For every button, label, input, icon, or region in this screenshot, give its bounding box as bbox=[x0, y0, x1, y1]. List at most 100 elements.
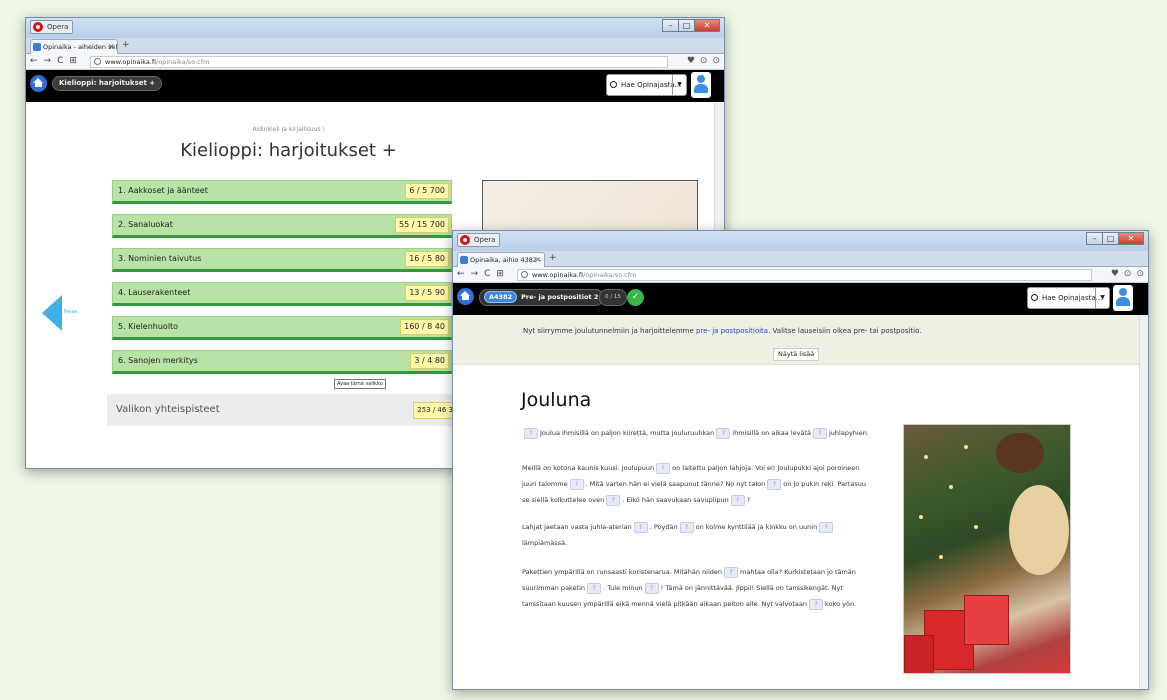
avatar[interactable] bbox=[691, 72, 711, 98]
page-title: Kielioppi: harjoitukset + bbox=[180, 140, 397, 161]
answer-gap[interactable]: ? bbox=[809, 598, 824, 610]
intro-text: Nyt siirrymme joulutunnelmiin ja harjoit… bbox=[523, 327, 921, 335]
story-line: suurimman paketin?. Tule minun?! Tämä on… bbox=[522, 580, 856, 596]
opera-menu-button[interactable]: Opera bbox=[30, 20, 74, 34]
category-score: 55 / 15 700 bbox=[395, 217, 449, 233]
exercise-code: A4382 bbox=[484, 291, 518, 303]
exercise-pill[interactable]: A4382 Pre- ja postpositiot 2 bbox=[479, 289, 605, 306]
category-item[interactable]: 1. Aakkoset ja äänteet 6 / 5 700 bbox=[112, 180, 452, 204]
maximize-button[interactable]: □ bbox=[1102, 232, 1119, 245]
tab-bar: Opinaika, aihio 4382 - Pre✕ + bbox=[453, 251, 1148, 267]
close-tab-icon[interactable]: ✕ bbox=[535, 253, 541, 267]
home-icon[interactable] bbox=[457, 288, 474, 305]
new-tab-icon[interactable]: + bbox=[122, 40, 130, 50]
close-window-button[interactable]: ✕ bbox=[1118, 232, 1144, 245]
answer-gap[interactable]: ? bbox=[606, 494, 621, 506]
close-window-button[interactable]: ✕ bbox=[694, 19, 720, 32]
opera-logo-icon bbox=[460, 235, 470, 245]
search-input[interactable]: Hae Opinajasta... ▼ bbox=[606, 74, 687, 96]
story-text: . Tule minun bbox=[603, 584, 643, 592]
answer-gap[interactable]: ? bbox=[569, 478, 584, 490]
answer-gap[interactable]: ? bbox=[644, 582, 659, 594]
download-icon[interactable]: ⊙ bbox=[1124, 269, 1132, 280]
minimize-button[interactable]: – bbox=[1086, 232, 1103, 245]
story-line: Lahjat jaetaan vasta juhla-aterian?. Pöy… bbox=[522, 519, 835, 535]
chevron-down-icon[interactable]: ▼ bbox=[1095, 288, 1109, 308]
forward-arrow-icon[interactable]: → bbox=[471, 269, 479, 280]
answer-gap[interactable]: ? bbox=[524, 427, 538, 439]
answer-gap[interactable]: ? bbox=[724, 566, 739, 578]
title-bar[interactable]: Opera – □ ✕ bbox=[26, 18, 724, 38]
category-item[interactable]: 3. Nominien taivutus 16 / 5 80 bbox=[112, 248, 452, 272]
answer-gap[interactable]: ? bbox=[819, 521, 834, 533]
category-item[interactable]: 5. Kielenhuolto 160 / 8 40 bbox=[112, 316, 452, 340]
title-bar[interactable]: Opera – □ ✕ bbox=[453, 231, 1148, 251]
category-score: 13 / 5 90 bbox=[405, 285, 449, 301]
browser-tab[interactable]: Opinaika, aihio 4382 - Pre✕ bbox=[457, 252, 545, 267]
story-line: ? Joulua ihmisillä on paljon kiirettä, mu… bbox=[522, 425, 869, 441]
answer-gap[interactable]: ? bbox=[587, 582, 602, 594]
url-domain: www.opinaika.fi bbox=[105, 58, 157, 66]
exercise-name: Pre- ja postpositiot 2 bbox=[521, 293, 599, 301]
search-icon bbox=[1031, 294, 1038, 301]
url-input[interactable]: www.opinaika.fi/opinaika/so.cfm bbox=[90, 56, 668, 68]
answer-gap[interactable]: ? bbox=[767, 478, 782, 490]
reload-icon[interactable]: C bbox=[57, 56, 63, 67]
story-text: suurimman paketin bbox=[522, 584, 586, 592]
story-paragraph: ? Joulua ihmisillä on paljon kiirettä, mu… bbox=[522, 425, 869, 441]
opera-menu-button[interactable]: Opera bbox=[457, 233, 501, 247]
favicon-icon bbox=[460, 256, 468, 264]
site-header: Kielioppi: harjoitukset + Hae Opinajasta… bbox=[26, 70, 724, 102]
avatar[interactable] bbox=[1113, 285, 1133, 311]
heart-icon[interactable]: ♥ bbox=[1111, 269, 1119, 280]
answer-gap[interactable]: ? bbox=[656, 462, 671, 474]
download-icon[interactable]: ⊙ bbox=[700, 56, 708, 67]
back-arrow-icon[interactable] bbox=[42, 295, 62, 331]
answer-gap[interactable]: ? bbox=[633, 521, 648, 533]
url-path: /opinaika/so.cfm bbox=[583, 271, 637, 279]
tab-title: Opinaika, aihio 4382 - Pre bbox=[470, 256, 544, 264]
answer-gap[interactable]: ? bbox=[813, 427, 827, 439]
intro-link[interactable]: pre- ja postpositioita bbox=[696, 327, 768, 335]
new-tab-icon[interactable]: + bbox=[549, 253, 557, 263]
back-label[interactable]: Palaa bbox=[64, 309, 77, 315]
url-input[interactable]: www.opinaika.fi/opinaika/so.cfm bbox=[517, 269, 1092, 281]
heart-icon[interactable]: ♥ bbox=[687, 56, 695, 67]
close-tab-icon[interactable]: ✕ bbox=[108, 40, 114, 54]
chevron-down-icon[interactable]: ▼ bbox=[672, 75, 686, 95]
back-arrow-icon[interactable]: ← bbox=[457, 269, 465, 280]
wrench-icon[interactable]: ✓ bbox=[627, 289, 644, 306]
site-header: A4382 Pre- ja postpositiot 2 0 / 15 ✓ Hae… bbox=[453, 283, 1148, 315]
breadcrumb-pill[interactable]: Kielioppi: harjoitukset + bbox=[52, 76, 163, 91]
category-item[interactable]: 2. Sanaluokat 55 / 15 700 bbox=[112, 214, 452, 238]
globe-icon bbox=[94, 58, 101, 65]
search-input[interactable]: Hae Opinajasta... ▼ bbox=[1027, 287, 1110, 309]
story-text: ? bbox=[746, 496, 751, 504]
breadcrumb[interactable]: Aidinkieli ja kirjallisuus \ bbox=[26, 126, 551, 133]
speed-dial-icon[interactable]: ⊞ bbox=[496, 269, 504, 280]
menu-total-row: Valikon yhteispisteet 253 / 46 3 bbox=[107, 394, 457, 426]
reload-icon[interactable]: C bbox=[484, 269, 490, 280]
speed-dial-icon[interactable]: ⊞ bbox=[69, 56, 77, 67]
story-line: tanssitaan kuusen ympärillä eikä mennä v… bbox=[522, 596, 856, 612]
category-item[interactable]: 6. Sanojen merkitys 3 / 4 80 bbox=[112, 350, 452, 374]
forward-arrow-icon[interactable]: → bbox=[44, 56, 52, 67]
answer-gap[interactable]: ? bbox=[679, 521, 694, 533]
minimize-button[interactable]: – bbox=[662, 19, 679, 32]
maximize-button[interactable]: □ bbox=[678, 19, 695, 32]
browser-tab[interactable]: Opinaika - aiheiden selaus✕ bbox=[30, 39, 118, 54]
menu-icon[interactable]: ⊙ bbox=[712, 56, 720, 67]
story-text: Meillä on kotona kaunis kuusi. Joulupuun bbox=[522, 464, 655, 472]
category-item[interactable]: 4. Lauserakenteet 13 / 5 90 bbox=[112, 282, 452, 306]
home-icon[interactable] bbox=[30, 75, 47, 92]
answer-gap[interactable]: ? bbox=[730, 494, 745, 506]
answer-gap[interactable]: ? bbox=[716, 427, 731, 439]
scrollbar[interactable] bbox=[1139, 315, 1148, 689]
category-label: 1. Aakkoset ja äänteet bbox=[118, 186, 208, 195]
menu-icon[interactable]: ⊙ bbox=[1136, 269, 1144, 280]
show-more-button[interactable]: Näytä lisää bbox=[773, 348, 820, 361]
story-text: ihmisillä on aikaa levätä bbox=[732, 429, 811, 437]
intro-text-end: . Valitse lauseisiin oikea pre- tai post… bbox=[768, 327, 922, 335]
back-arrow-icon[interactable]: ← bbox=[30, 56, 38, 67]
category-label: 4. Lauserakenteet bbox=[118, 288, 191, 297]
